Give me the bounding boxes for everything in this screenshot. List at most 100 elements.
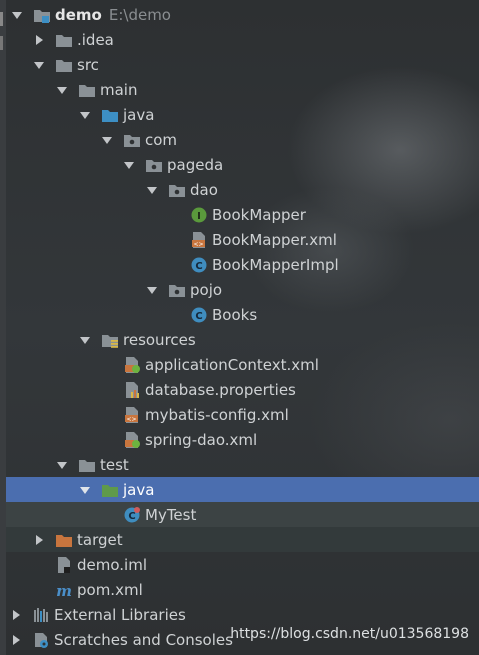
chevron-down-icon[interactable] [123,159,135,171]
tree-node-label: BookMapper.xml [212,230,337,249]
xml-file-icon: <> [190,231,208,249]
tree-node-mytest[interactable]: C MyTest [6,502,479,527]
watermark: https://blog.csdn.net/u013568198 [230,626,469,642]
tree-node-label: .idea [77,30,114,49]
tree-node-main[interactable]: main [0,77,479,102]
tree-node-label: mybatis-config.xml [145,405,289,424]
chevron-right-icon[interactable] [33,34,45,46]
maven-icon: m [55,581,73,599]
tree-node-bookmapperimpl[interactable]: C BookMapperImpl [0,252,479,277]
folder-icon [78,81,96,99]
tree-node-label: src [77,55,99,74]
svg-text:<>: <> [193,241,203,248]
tree-node-dao[interactable]: dao [0,177,479,202]
tree-node-label: applicationContext.xml [145,355,319,374]
tree-node-java-test[interactable]: java [6,477,479,502]
tree-node-demo-iml[interactable]: demo.iml [0,552,479,577]
tree-node-label: BookMapperImpl [212,255,339,274]
tree-node-java-main[interactable]: java [0,102,479,127]
tree-node-pom[interactable]: m pom.xml [0,577,479,602]
scratches-icon [32,631,50,649]
chevron-down-icon[interactable] [79,109,91,121]
package-icon [145,156,163,174]
tree-node-label: External Libraries [54,605,186,624]
test-source-folder-icon [101,481,119,499]
tree-node-mybatis-config[interactable]: <> mybatis-config.xml [0,402,479,427]
spring-xml-icon [123,431,141,449]
tree-node-database-properties[interactable]: database.properties [0,377,479,402]
chevron-down-icon[interactable] [79,484,91,496]
tree-node-applicationcontext[interactable]: applicationContext.xml [0,352,479,377]
tree-node-target[interactable]: target [6,527,479,552]
tree-node-label: Books [212,305,258,324]
tree-node-pojo[interactable]: pojo [0,277,479,302]
svg-text:C: C [128,511,135,522]
tree-node-label: pageda [167,155,224,174]
tree-node-label: Scratches and Consoles [54,630,233,649]
chevron-down-icon[interactable] [56,84,68,96]
tree-node-demo[interactable]: demo E:\demo [0,2,479,27]
tree-node-label: spring-dao.xml [145,430,258,449]
svg-text:I: I [197,211,201,222]
chevron-down-icon[interactable] [11,9,23,21]
tree-node-label: resources [123,330,196,349]
tree-node-bookmapper-xml[interactable]: <> BookMapper.xml [0,227,479,252]
tree-node-label: dao [190,180,218,199]
tree-node-label: BookMapper [212,205,306,224]
chevron-down-icon[interactable] [101,134,113,146]
tree-node-src[interactable]: src [0,52,479,77]
libraries-icon [32,606,50,624]
tree-node-label: java [123,480,155,499]
class-icon: C [190,306,208,324]
tree-node-label: target [77,530,123,549]
svg-text:C: C [195,261,202,272]
chevron-right-icon[interactable] [10,609,22,621]
iml-file-icon [55,556,73,574]
svg-text:m: m [56,582,72,599]
chevron-down-icon[interactable] [56,459,68,471]
class-icon: C [190,256,208,274]
resources-folder-icon [101,331,119,349]
chevron-down-icon[interactable] [146,184,158,196]
tree-node-external-libraries[interactable]: External Libraries [0,602,479,627]
tree-node-bookmapper[interactable]: I BookMapper [0,202,479,227]
xml-file-icon: <> [123,406,141,424]
chevron-down-icon[interactable] [79,334,91,346]
test-class-icon: C [123,506,141,524]
svg-text:<>: <> [126,416,136,423]
tree-node-label: main [100,80,138,99]
chevron-right-icon[interactable] [10,634,22,646]
tree-node-label: test [100,455,129,474]
chevron-down-icon[interactable] [146,284,158,296]
tree-node-label: demo [55,5,102,24]
tree-node-spring-dao[interactable]: spring-dao.xml [0,427,479,452]
chevron-right-icon[interactable] [33,534,45,546]
folder-icon [55,31,73,49]
tree-node-test[interactable]: test [0,452,479,477]
source-folder-icon [101,106,119,124]
module-folder-icon [33,6,51,24]
tree-node-label: pojo [190,280,223,299]
tree-node-label: MyTest [145,505,197,524]
properties-file-icon [123,381,141,399]
package-icon [123,131,141,149]
folder-icon [55,56,73,74]
tree-node-pageda[interactable]: pageda [0,152,479,177]
tree-node-com[interactable]: com [0,127,479,152]
tree-node-label: com [145,130,178,149]
tree-node-books[interactable]: C Books [0,302,479,327]
svg-text:C: C [195,311,202,322]
package-icon [168,181,186,199]
tree-node-label: demo.iml [77,555,147,574]
tree-node-idea[interactable]: .idea [0,27,479,52]
tree-node-label: pom.xml [77,580,143,599]
tree-node-path: E:\demo [108,5,171,24]
interface-icon: I [190,206,208,224]
chevron-down-icon[interactable] [33,59,45,71]
package-icon [168,281,186,299]
tree-node-label: java [123,105,155,124]
folder-icon [78,456,96,474]
tree-node-resources[interactable]: resources [0,327,479,352]
tree-node-label: database.properties [145,380,296,399]
excluded-folder-icon [55,531,73,549]
